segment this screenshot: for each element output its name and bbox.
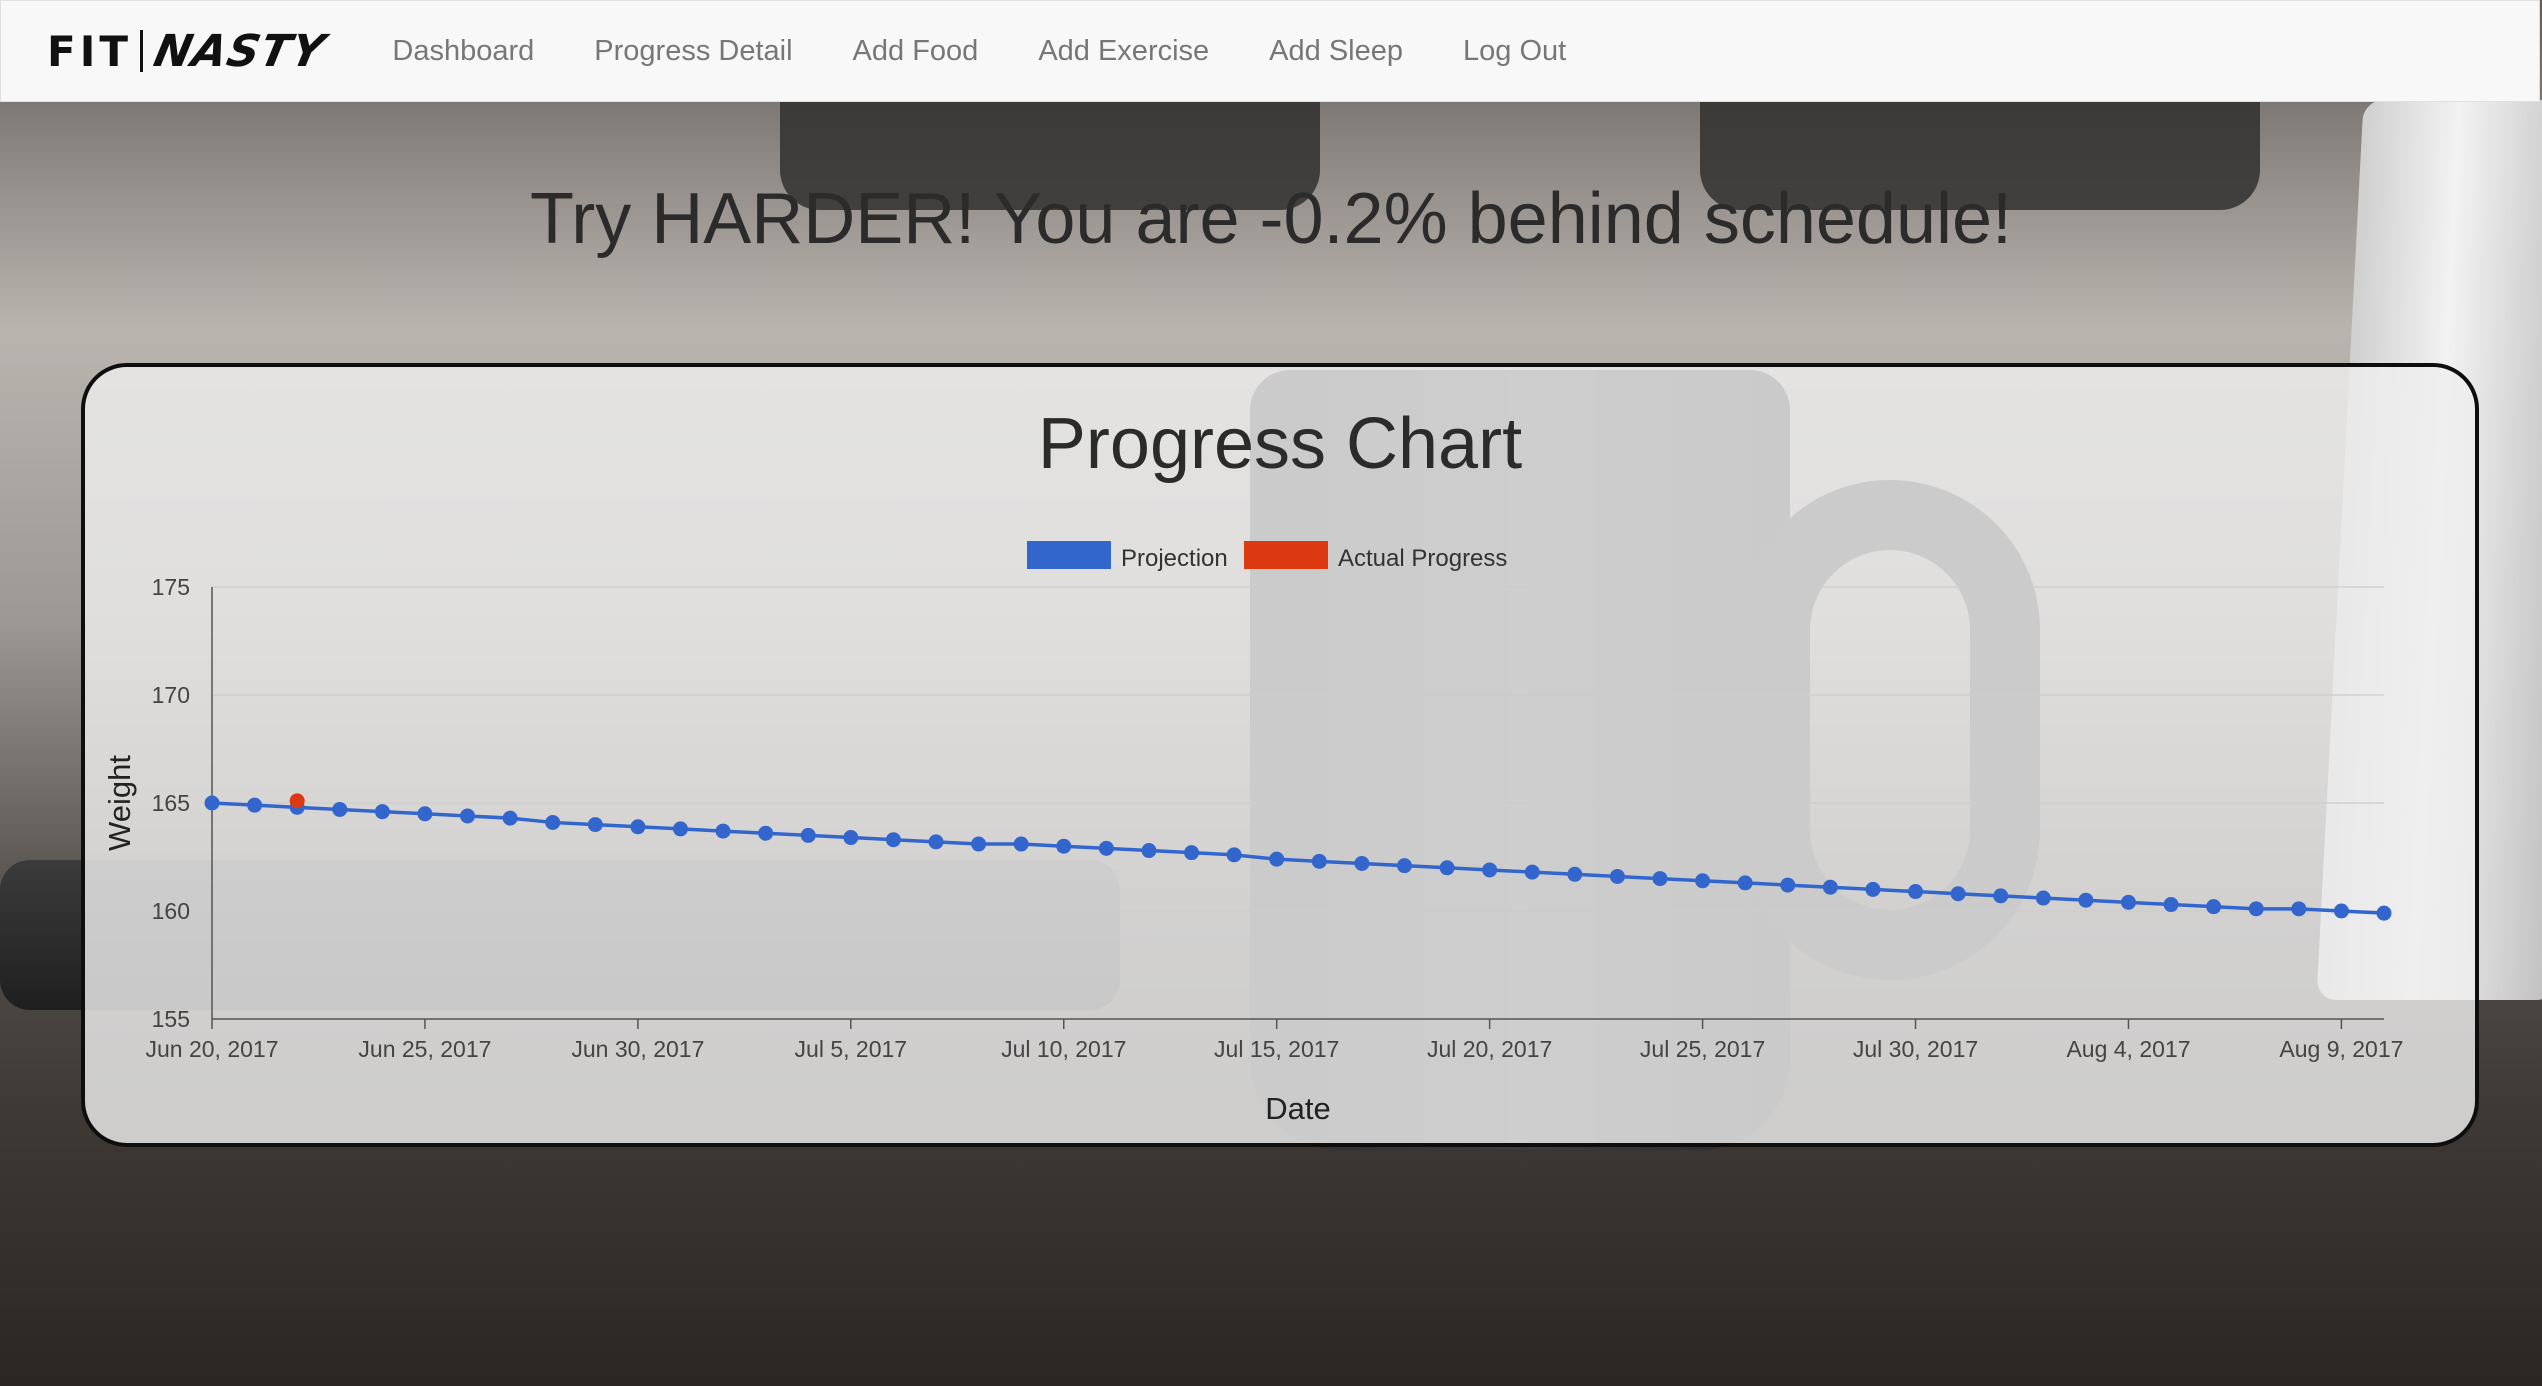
x-tick-label: Jul 20, 2017 [1427, 1036, 1552, 1062]
nav-link-progress-detail[interactable]: Progress Detail [564, 35, 822, 68]
data-point-projection [374, 804, 390, 820]
legend-swatch-projection [1027, 541, 1111, 569]
progress-chart-panel: Progress Chart Projection Actual Progress 1… [81, 363, 2479, 1147]
brand-logo-fit: FIT [47, 26, 132, 76]
data-point-projection [460, 808, 476, 824]
brand-logo-divider [139, 30, 143, 72]
data-point-actual-progress [289, 793, 305, 809]
data-point-projection [204, 795, 220, 811]
x-tick-label: Jul 15, 2017 [1214, 1036, 1339, 1062]
data-point-projection [715, 823, 731, 839]
data-point-projection [1822, 879, 1838, 895]
x-tick-label: Jul 10, 2017 [1001, 1036, 1126, 1062]
data-point-projection [502, 810, 518, 826]
data-point-projection [1524, 864, 1540, 880]
data-point-projection [2120, 894, 2136, 910]
data-point-projection [1098, 840, 1114, 856]
data-point-projection [1141, 843, 1157, 859]
x-tick-label: Jun 20, 2017 [145, 1036, 278, 1062]
nav-link-add-sleep[interactable]: Add Sleep [1239, 35, 1433, 68]
data-point-projection [1908, 884, 1924, 900]
data-point-projection [758, 825, 774, 841]
x-tick-label: Jul 30, 2017 [1853, 1036, 1978, 1062]
series-line-projection [211, 801, 2385, 915]
data-point-projection [1354, 855, 1370, 871]
x-tick-label: Jul 5, 2017 [795, 1036, 908, 1062]
data-point-projection [1226, 847, 1242, 863]
data-point-projection [247, 797, 263, 813]
chart-title: Progress Chart [1038, 404, 1522, 484]
schedule-status-headline: Try HARDER! You are -0.2% behind schedul… [529, 179, 2013, 259]
data-point-projection [1609, 868, 1625, 884]
data-point-projection [2163, 897, 2179, 913]
x-tick-label: Jul 25, 2017 [1640, 1036, 1765, 1062]
y-tick-label: 170 [152, 682, 190, 708]
x-tick-label: Jun 30, 2017 [571, 1036, 704, 1062]
data-point-projection [672, 821, 688, 837]
data-point-projection [843, 830, 859, 846]
data-point-projection [630, 819, 646, 835]
legend-label-projection: Projection [1121, 545, 1228, 572]
data-point-projection [1695, 873, 1711, 889]
y-axis-label: Weight [102, 755, 137, 851]
y-tick-label: 155 [152, 1006, 190, 1032]
data-point-projection [1865, 881, 1881, 897]
data-point-projection [1652, 871, 1668, 887]
data-point-projection [1780, 877, 1796, 893]
y-tick-label: 160 [152, 898, 190, 924]
brand-logo[interactable]: FIT NASTY [47, 21, 330, 81]
data-point-projection [2035, 890, 2051, 906]
data-point-projection [1056, 838, 1072, 854]
data-point-projection [1269, 851, 1285, 867]
data-point-projection [971, 836, 987, 852]
data-point-projection [1993, 888, 2009, 904]
data-point-projection [885, 832, 901, 848]
progress-chart: Progress Chart Projection Actual Progress 1… [102, 404, 2403, 1126]
data-point-projection [587, 817, 603, 833]
data-point-projection [2376, 905, 2392, 921]
data-point-projection [1439, 860, 1455, 876]
y-tick-label: 165 [152, 790, 190, 816]
data-point-projection [928, 834, 944, 850]
nav-link-add-food[interactable]: Add Food [823, 35, 1009, 68]
data-point-projection [332, 801, 348, 817]
data-point-projection [1184, 845, 1200, 861]
nav-link-add-exercise[interactable]: Add Exercise [1008, 35, 1239, 68]
data-point-projection [2078, 892, 2094, 908]
data-point-projection [2333, 903, 2349, 919]
data-point-projection [1567, 866, 1583, 882]
navbar: FIT NASTY Dashboard Progress Detail Add … [0, 0, 2540, 102]
nav-link-dashboard[interactable]: Dashboard [362, 35, 564, 68]
legend-swatch-actual-progress [1244, 541, 1328, 569]
x-axis-label: Date [1265, 1091, 1330, 1126]
data-point-projection [800, 827, 816, 843]
data-point-projection [417, 806, 433, 822]
x-tick-label: Jun 25, 2017 [358, 1036, 491, 1062]
data-point-projection [1950, 886, 1966, 902]
x-tick-label: Aug 9, 2017 [2279, 1036, 2403, 1062]
x-tick-label: Aug 4, 2017 [2066, 1036, 2190, 1062]
data-point-projection [1311, 853, 1327, 869]
data-point-projection [1737, 875, 1753, 891]
nav-link-log-out[interactable]: Log Out [1433, 35, 1596, 68]
y-tick-label: 175 [152, 574, 190, 600]
data-point-projection [545, 814, 561, 830]
data-point-projection [1482, 862, 1498, 878]
data-point-projection [2291, 901, 2307, 917]
data-point-projection [1396, 858, 1412, 874]
data-point-projection [2248, 901, 2264, 917]
data-point-projection [2206, 899, 2222, 915]
brand-logo-nasty: NASTY [149, 25, 330, 77]
data-point-projection [1013, 836, 1029, 852]
legend-label-actual-progress: Actual Progress [1338, 545, 1507, 572]
